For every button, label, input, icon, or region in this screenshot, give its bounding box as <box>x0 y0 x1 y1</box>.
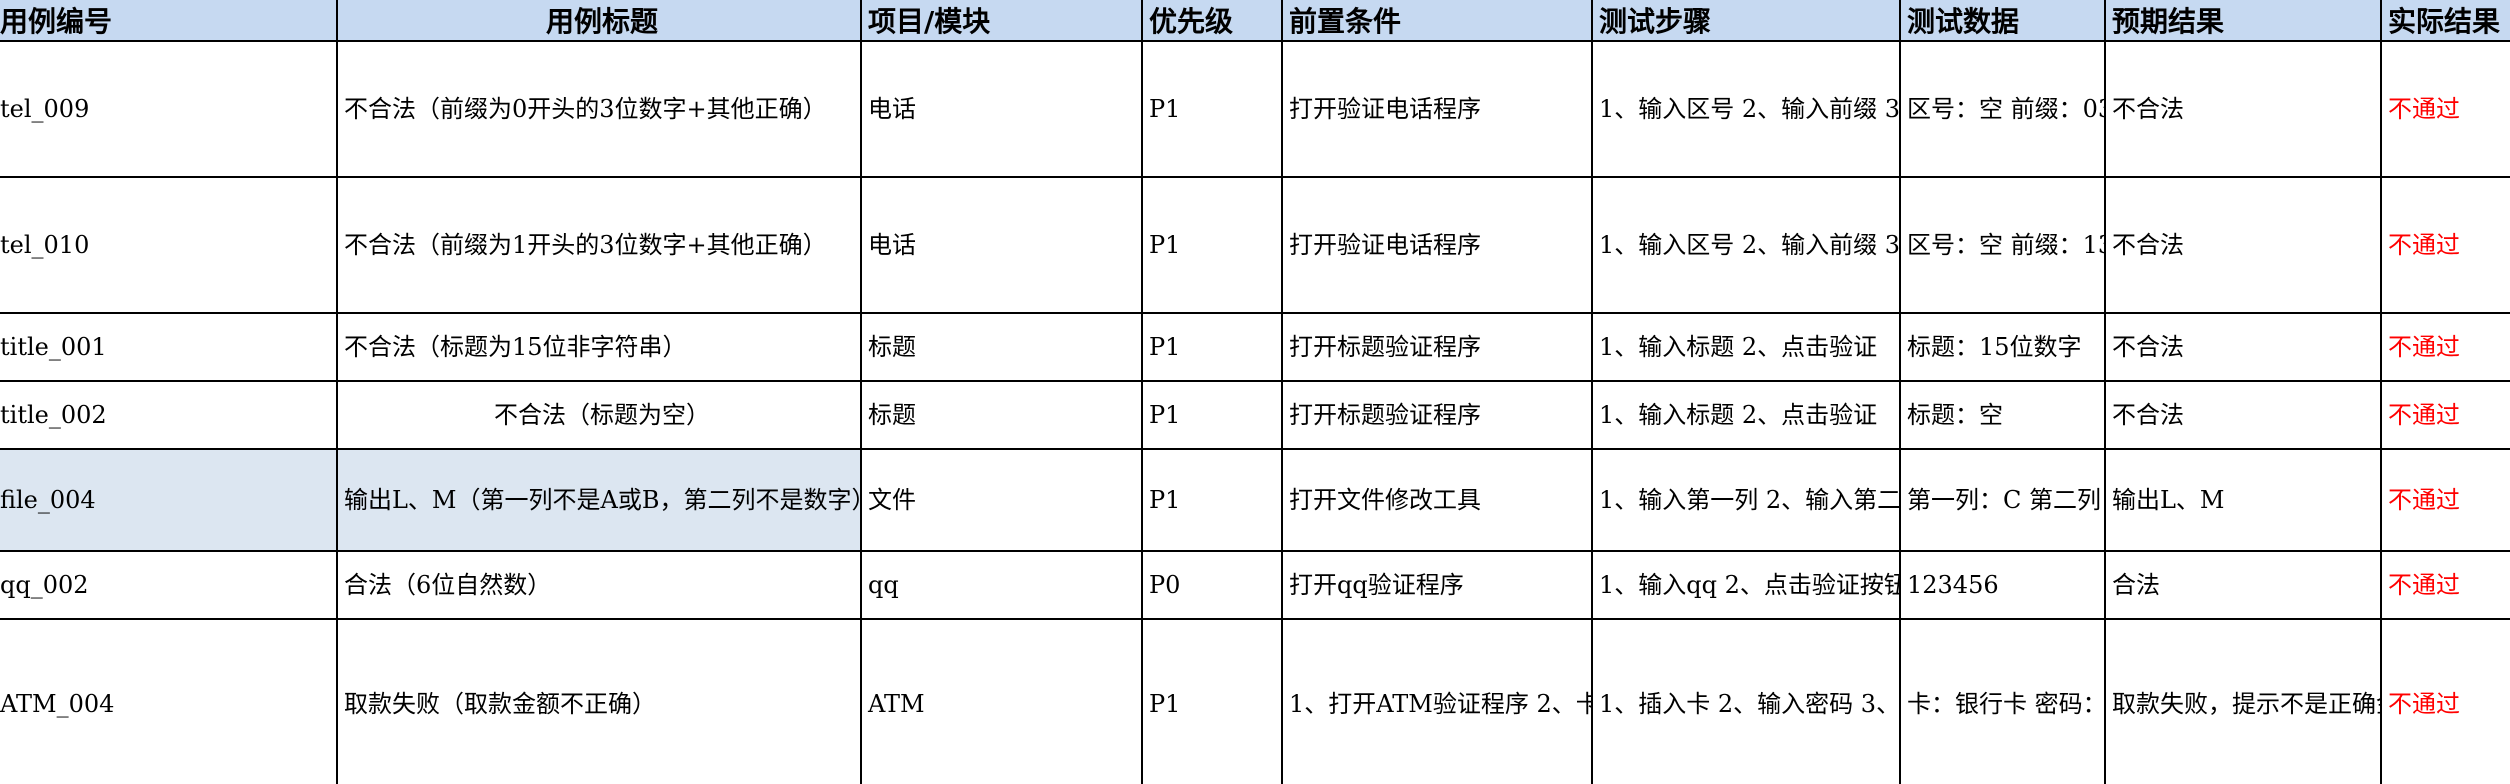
cell-case-title[interactable]: 不合法（标题为空） <box>336 380 862 450</box>
cell-test-data[interactable]: 123456 <box>1899 550 2106 620</box>
table-row: title_001 不合法（标题为15位非字符串） 标题 P1 打开标题验证程序… <box>0 312 2510 382</box>
cell-priority[interactable]: P0 <box>1141 550 1283 620</box>
cell-module[interactable]: qq <box>860 550 1143 620</box>
table-row: tel_009 不合法（前缀为0开头的3位数字+其他正确） 电话 P1 打开验证… <box>0 40 2510 178</box>
cell-priority[interactable]: P1 <box>1141 312 1283 382</box>
cell-case-id[interactable]: title_002 <box>0 380 338 450</box>
cell-precondition[interactable]: 打开qq验证程序 <box>1281 550 1593 620</box>
header-precondition[interactable]: 前置条件 <box>1281 0 1593 42</box>
cell-steps[interactable]: 1、输入标题 2、点击验证 <box>1591 312 1901 382</box>
test-case-table: 用例编号 用例标题 项目/模块 优先级 前置条件 测试步骤 测试数据 预期结果 … <box>0 0 2510 784</box>
cell-expected[interactable]: 取款失败，提示不是正确金额，只能取100或100的倍数 <box>2104 618 2382 784</box>
cell-test-data[interactable]: 标题：空 <box>1899 380 2106 450</box>
cell-precondition[interactable]: 1、打开ATM验证程序 2、卡余额为10000 <box>1281 618 1593 784</box>
cell-test-data[interactable]: 区号：空 前缀：034 后缀：1234 <box>1899 40 2106 178</box>
header-case-id[interactable]: 用例编号 <box>0 0 338 42</box>
cell-steps[interactable]: 1、输入标题 2、点击验证 <box>1591 380 1901 450</box>
cell-case-title[interactable]: 不合法（前缀为0开头的3位数字+其他正确） <box>336 40 862 178</box>
header-test-data[interactable]: 测试数据 <box>1899 0 2106 42</box>
cell-test-data[interactable]: 第一列：C 第二列：a <box>1899 448 2106 552</box>
header-case-title[interactable]: 用例标题 <box>336 0 862 42</box>
cell-expected[interactable]: 不合法 <box>2104 40 2382 178</box>
header-row: 用例编号 用例标题 项目/模块 优先级 前置条件 测试步骤 测试数据 预期结果 … <box>0 0 2510 42</box>
cell-module[interactable]: 标题 <box>860 380 1143 450</box>
cell-precondition[interactable]: 打开文件修改工具 <box>1281 448 1593 552</box>
cell-case-id[interactable]: file_004 <box>0 448 338 552</box>
cell-test-data[interactable]: 区号：空 前缀：134 后缀：1234 <box>1899 176 2106 314</box>
table-row: file_004 输出L、M（第一列不是A或B，第二列不是数字） 文件 P1 打… <box>0 448 2510 552</box>
cell-case-title[interactable]: 合法（6位自然数） <box>336 550 862 620</box>
header-expected[interactable]: 预期结果 <box>2104 0 2382 42</box>
cell-actual[interactable]: 不通过 <box>2380 618 2510 784</box>
cell-actual[interactable]: 不通过 <box>2380 176 2510 314</box>
cell-test-data[interactable]: 卡：银行卡 密码：正确密码 取款金额：1 <box>1899 618 2106 784</box>
cell-case-id[interactable]: tel_009 <box>0 40 338 178</box>
cell-module[interactable]: 电话 <box>860 40 1143 178</box>
cell-case-title[interactable]: 不合法（标题为15位非字符串） <box>336 312 862 382</box>
cell-actual[interactable]: 不通过 <box>2380 380 2510 450</box>
cell-precondition[interactable]: 打开标题验证程序 <box>1281 380 1593 450</box>
cell-steps[interactable]: 1、输入qq 2、点击验证按钮 <box>1591 550 1901 620</box>
cell-expected[interactable]: 不合法 <box>2104 380 2382 450</box>
cell-actual[interactable]: 不通过 <box>2380 312 2510 382</box>
cell-priority[interactable]: P1 <box>1141 176 1283 314</box>
cell-actual[interactable]: 不通过 <box>2380 40 2510 178</box>
cell-actual[interactable]: 不通过 <box>2380 448 2510 552</box>
cell-case-title[interactable]: 取款失败（取款金额不正确） <box>336 618 862 784</box>
cell-module[interactable]: 标题 <box>860 312 1143 382</box>
table-row: title_002 不合法（标题为空） 标题 P1 打开标题验证程序 1、输入标… <box>0 380 2510 450</box>
cell-case-id[interactable]: title_001 <box>0 312 338 382</box>
cell-precondition[interactable]: 打开验证电话程序 <box>1281 40 1593 178</box>
cell-priority[interactable]: P1 <box>1141 618 1283 784</box>
cell-priority[interactable]: P1 <box>1141 448 1283 552</box>
cell-case-title[interactable]: 输出L、M（第一列不是A或B，第二列不是数字） <box>336 448 862 552</box>
cell-steps[interactable]: 1、输入第一列 2、输入第二列 3、点击验证按钮 <box>1591 448 1901 552</box>
cell-actual[interactable]: 不通过 <box>2380 550 2510 620</box>
cell-steps[interactable]: 1、插入卡 2、输入密码 3、输入取款金额 <box>1591 618 1901 784</box>
cell-case-id[interactable]: ATM_004 <box>0 618 338 784</box>
cell-expected[interactable]: 输出L、M <box>2104 448 2382 552</box>
cell-test-data[interactable]: 标题：15位数字 <box>1899 312 2106 382</box>
cell-module[interactable]: ATM <box>860 618 1143 784</box>
header-actual[interactable]: 实际结果 <box>2380 0 2510 42</box>
cell-precondition[interactable]: 打开验证电话程序 <box>1281 176 1593 314</box>
cell-case-id[interactable]: tel_010 <box>0 176 338 314</box>
cell-module[interactable]: 文件 <box>860 448 1143 552</box>
cell-expected[interactable]: 合法 <box>2104 550 2382 620</box>
cell-precondition[interactable]: 打开标题验证程序 <box>1281 312 1593 382</box>
table-row: ATM_004 取款失败（取款金额不正确） ATM P1 1、打开ATM验证程序… <box>0 618 2510 784</box>
cell-priority[interactable]: P1 <box>1141 380 1283 450</box>
header-priority[interactable]: 优先级 <box>1141 0 1283 42</box>
header-module[interactable]: 项目/模块 <box>860 0 1143 42</box>
cell-expected[interactable]: 不合法 <box>2104 176 2382 314</box>
cell-priority[interactable]: P1 <box>1141 40 1283 178</box>
cell-case-title[interactable]: 不合法（前缀为1开头的3位数字+其他正确） <box>336 176 862 314</box>
cell-case-id[interactable]: qq_002 <box>0 550 338 620</box>
table-row: tel_010 不合法（前缀为1开头的3位数字+其他正确） 电话 P1 打开验证… <box>0 176 2510 314</box>
header-steps[interactable]: 测试步骤 <box>1591 0 1901 42</box>
table-row: qq_002 合法（6位自然数） qq P0 打开qq验证程序 1、输入qq 2… <box>0 550 2510 620</box>
cell-steps[interactable]: 1、输入区号 2、输入前缀 3、输入后缀 4、点击验证按钮 <box>1591 176 1901 314</box>
cell-steps[interactable]: 1、输入区号 2、输入前缀 3、输入后缀 4、点击验证按钮 <box>1591 40 1901 178</box>
cell-expected[interactable]: 不合法 <box>2104 312 2382 382</box>
cell-module[interactable]: 电话 <box>860 176 1143 314</box>
